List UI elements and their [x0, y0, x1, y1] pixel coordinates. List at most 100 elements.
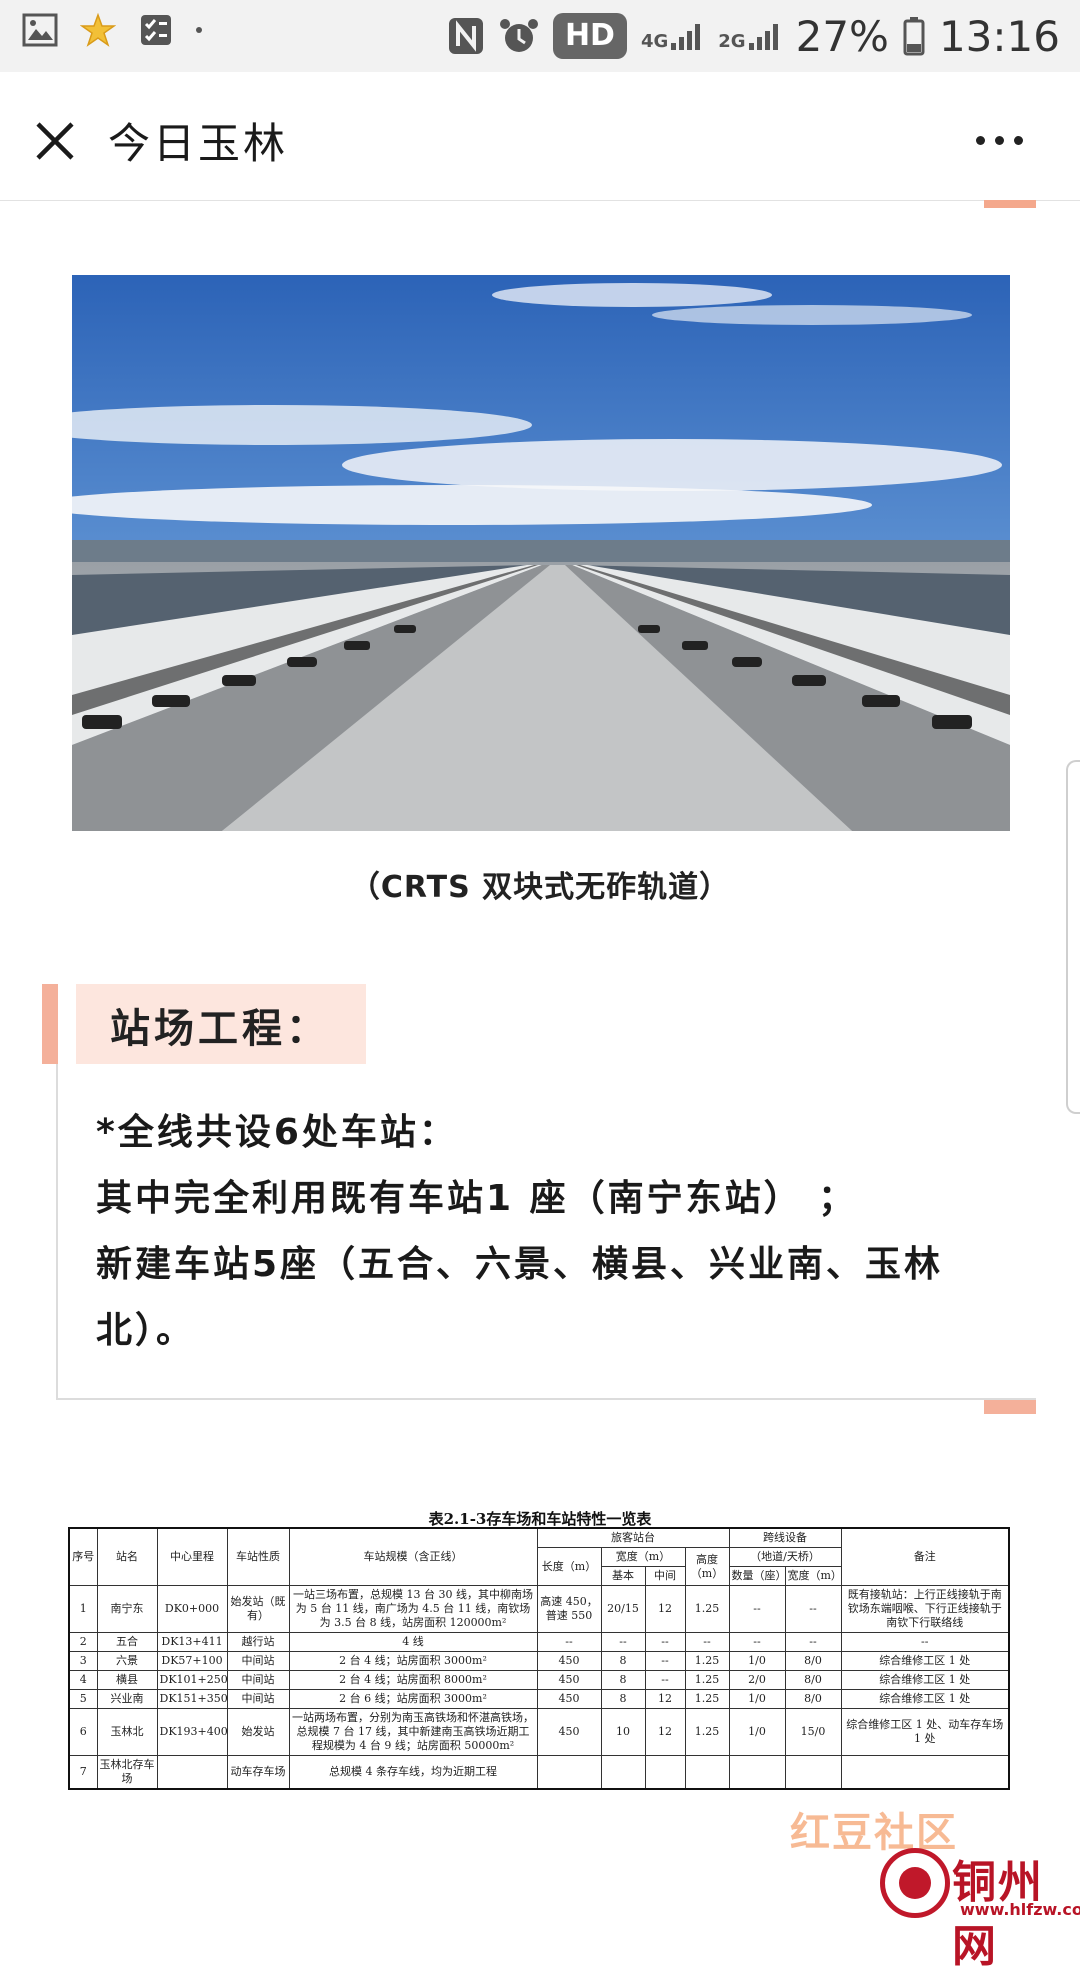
cell-name: 南宁东: [96, 1585, 158, 1633]
cell-middle: 12: [644, 1585, 686, 1633]
station-table: 序号 站名 中心里程 车站性质 车站规模（含正线） 旅客站台 跨线设备 备注 长…: [68, 1527, 1010, 1790]
cell-cwidth: 15/0: [784, 1708, 842, 1756]
network-label-2g: 2G: [718, 31, 746, 52]
cell-length: 高速 450，普速 550: [536, 1585, 602, 1633]
header-nature: 车站性质: [226, 1527, 290, 1586]
decorative-bar: [984, 200, 1036, 208]
cell-seq: 6: [68, 1708, 98, 1756]
cell-count: --: [728, 1632, 786, 1652]
header-crossing-sub: （地道/天桥）: [728, 1547, 842, 1567]
cell-count: [728, 1755, 786, 1790]
hongdou-watermark: 红豆社区: [790, 1810, 958, 1856]
nfc-icon: [448, 18, 483, 54]
signal-icon: [671, 24, 701, 50]
cell-cwidth: 8/0: [784, 1651, 842, 1671]
cell-seq: 3: [68, 1651, 98, 1671]
cell-basic: 8: [600, 1651, 646, 1671]
cell-count: 1/0: [728, 1708, 786, 1756]
cell-scale: 4 线: [288, 1632, 538, 1652]
table-row: 3 六景 DK57+100 中间站 2 台 4 线；站房面积 3000m² 45…: [68, 1651, 1010, 1671]
header-scale: 车站规模（含正线）: [288, 1527, 538, 1586]
cell-height: 1.25: [684, 1651, 730, 1671]
table-row: 2 五合 DK13+411 越行站 4 线 -- -- -- -- -- -- …: [68, 1632, 1010, 1652]
page-title: 今日玉林: [108, 119, 289, 168]
header-width: 宽度（m）: [600, 1547, 686, 1567]
gallery-icon: [22, 13, 58, 47]
cell-length: 450: [536, 1670, 602, 1690]
cell-scale: 一站两场布置，分别为南玉高铁场和怀湛高铁场，总规模 7 台 17 线，其中新建南…: [288, 1708, 538, 1756]
alarm-icon: [499, 19, 538, 52]
cell-height: 1.25: [684, 1708, 730, 1756]
cell-middle: --: [644, 1670, 686, 1690]
notification-icons: [22, 12, 202, 48]
cell-name: 六景: [96, 1651, 158, 1671]
table-title: 表2.1-3存车场和车站特性一览表: [428, 1510, 652, 1528]
header-remark: 备注: [840, 1527, 1010, 1586]
header-mileage: 中心里程: [156, 1527, 228, 1586]
body-line: 新建车站5座（五合、六景、横县、兴业南、玉林北）。: [96, 1244, 944, 1351]
cell-remark: 综合维修工区 1 处: [840, 1651, 1010, 1671]
header-basic: 基本: [600, 1566, 646, 1586]
cell-length: 450: [536, 1651, 602, 1671]
table-row: 4 横县 DK101+250 中间站 2 台 4 线；站房面积 8000m² 4…: [68, 1670, 1010, 1690]
cell-basic: --: [600, 1632, 646, 1652]
more-options-button[interactable]: [976, 130, 1036, 150]
checklist-icon: [141, 15, 171, 45]
close-button[interactable]: [26, 112, 84, 170]
network-4g: 4G: [641, 21, 704, 51]
cell-remark: --: [840, 1632, 1010, 1652]
station-table-image[interactable]: 序号 站名 中心里程 车站性质 车站规模（含正线） 旅客站台 跨线设备 备注 长…: [68, 1527, 1010, 1790]
cell-basic: 8: [600, 1670, 646, 1690]
cell-name: 玉林北存车场: [96, 1755, 158, 1790]
cell-mileage: DK151+350: [156, 1689, 228, 1709]
cell-scale: 2 台 4 线；站房面积 3000m²: [288, 1651, 538, 1671]
box-border-bottom: [56, 1398, 1036, 1400]
cell-name: 横县: [96, 1670, 158, 1690]
cell-seq: 4: [68, 1670, 98, 1690]
cell-scale: 2 台 6 线；站房面积 3000m²: [288, 1689, 538, 1709]
cell-seq: 7: [68, 1755, 98, 1790]
header-height: 高度（m）: [684, 1547, 730, 1586]
signal-icon: [748, 24, 778, 50]
track-photo[interactable]: [72, 275, 1010, 831]
cell-mileage: DK101+250: [156, 1670, 228, 1690]
railway-track-image: [72, 275, 1010, 831]
header-length: 长度（m）: [536, 1547, 602, 1586]
body-line: *全线共设6处车站：: [96, 1112, 458, 1153]
cell-basic: 10: [600, 1708, 646, 1756]
cell-name: 兴业南: [96, 1689, 158, 1709]
cell-count: --: [728, 1585, 786, 1633]
cell-nature: 始发站（既有）: [226, 1585, 290, 1633]
battery-icon: [903, 17, 925, 56]
cell-name: 玉林北: [96, 1708, 158, 1756]
header-count: 数量（座）: [728, 1566, 786, 1586]
cell-scale: 2 台 4 线；站房面积 8000m²: [288, 1670, 538, 1690]
section-accent-bar: [42, 984, 58, 1064]
network-2g: 2G: [718, 21, 781, 51]
section-title: 站场工程：: [110, 1006, 330, 1052]
cell-remark: [840, 1755, 1010, 1790]
more-dot-icon: [995, 135, 1004, 145]
scroll-indicator[interactable]: [1066, 760, 1080, 1114]
cell-basic: [600, 1755, 646, 1790]
cell-length: [536, 1755, 602, 1790]
watermark-url: www.hlfzw.com: [960, 1900, 1080, 1919]
cell-count: 1/0: [728, 1651, 786, 1671]
box-border-left: [56, 1064, 58, 1400]
clock: 13:16: [938, 11, 1060, 61]
header-crossing: 跨线设备: [728, 1527, 842, 1548]
star-badge-icon: [80, 12, 116, 47]
more-dot-icon: [1014, 135, 1023, 145]
title-bar: 今日玉林: [0, 72, 1080, 201]
cell-cwidth: --: [784, 1585, 842, 1633]
cell-length: 450: [536, 1708, 602, 1756]
battery-percent: 27%: [795, 11, 889, 61]
article-body: *全线共设6处车站： 其中完全利用既有车站1 座（南宁东站） ； 新建车站5座（…: [96, 1100, 1006, 1364]
cell-count: 1/0: [728, 1689, 786, 1709]
close-icon: [36, 122, 74, 160]
header-seq: 序号: [68, 1527, 98, 1586]
cell-basic: 20/15: [600, 1585, 646, 1633]
cell-middle: --: [644, 1632, 686, 1652]
cell-cwidth: [784, 1755, 842, 1790]
cell-nature: 动车存车场: [226, 1755, 290, 1790]
